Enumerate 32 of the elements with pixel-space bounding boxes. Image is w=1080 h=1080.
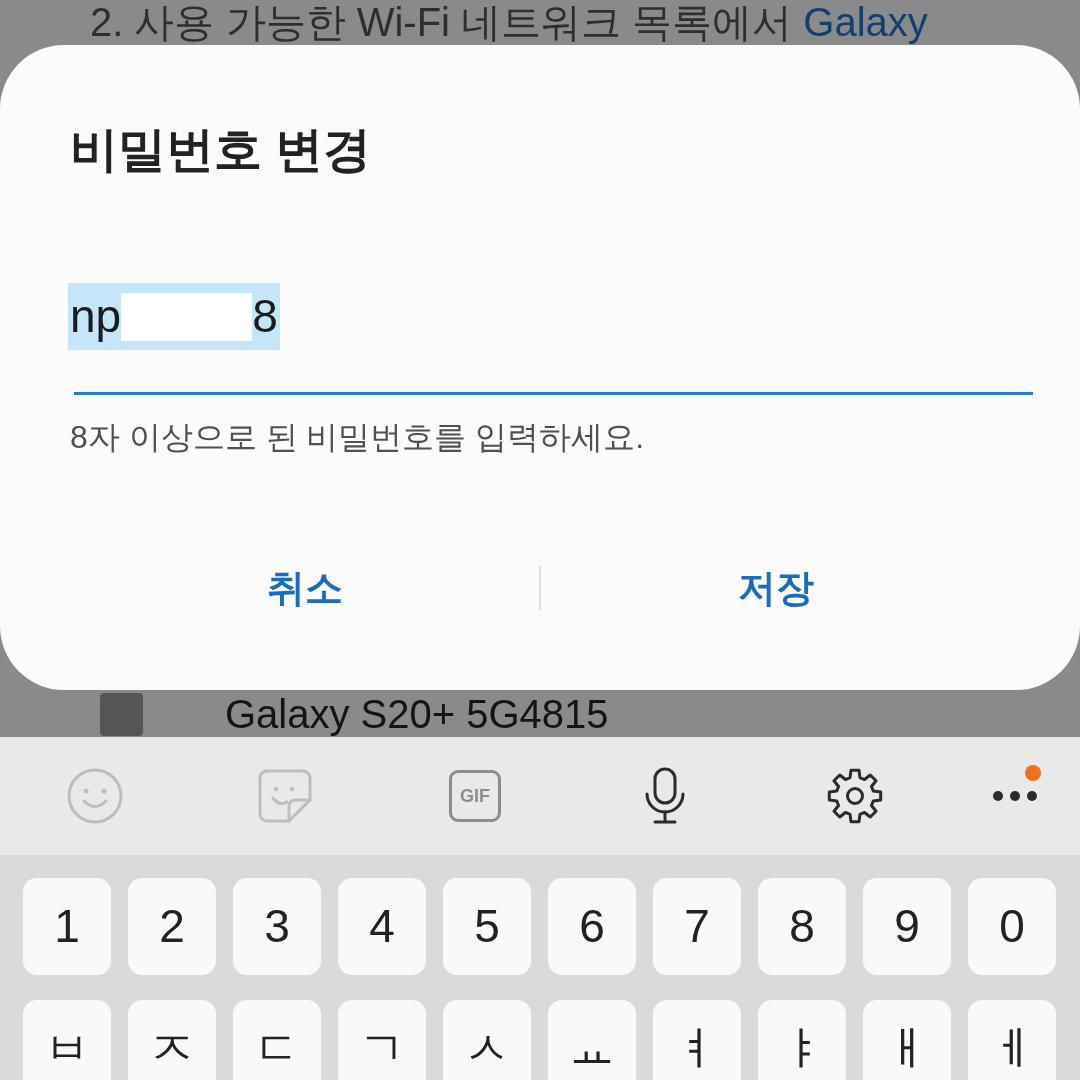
settings-icon[interactable] <box>826 767 884 825</box>
instruction-text: 2. 사용 가능한 Wi-Fi 네트워크 목록에서 Galaxy <box>90 0 928 44</box>
key[interactable]: ㅈ <box>128 1000 216 1080</box>
key[interactable]: 3 <box>233 878 321 975</box>
key[interactable]: ㄱ <box>338 1000 426 1080</box>
network-name: Galaxy S20+ 5G4815 <box>225 692 609 736</box>
microphone-icon[interactable] <box>643 767 687 825</box>
dialog-title: 비밀번호 변경 <box>70 122 373 178</box>
key[interactable]: ㅐ <box>863 1000 951 1080</box>
key[interactable]: 9 <box>863 878 951 975</box>
selected-password-text: np 8 <box>68 283 280 350</box>
password-field[interactable]: np 8 <box>74 283 1033 395</box>
key[interactable]: 1 <box>23 878 111 975</box>
square-icon <box>100 692 143 736</box>
cancel-button[interactable]: 취소 <box>70 543 539 633</box>
key[interactable]: 5 <box>443 878 531 975</box>
key[interactable]: 4 <box>338 878 426 975</box>
save-button[interactable]: 저장 <box>541 543 1010 633</box>
key[interactable]: 2 <box>128 878 216 975</box>
key[interactable]: 0 <box>968 878 1056 975</box>
key[interactable]: ㅑ <box>758 1000 846 1080</box>
key[interactable]: 8 <box>758 878 846 975</box>
key[interactable]: 7 <box>653 878 741 975</box>
key[interactable]: ㅅ <box>443 1000 531 1080</box>
hint-text: 8자 이상으로 된 비밀번호를 입력하세요. <box>70 418 646 457</box>
key[interactable]: ㅔ <box>968 1000 1056 1080</box>
key[interactable]: ㅛ <box>548 1000 636 1080</box>
more-icon[interactable] <box>992 790 1038 802</box>
key[interactable]: ㅂ <box>23 1000 111 1080</box>
key[interactable]: ㅕ <box>653 1000 741 1080</box>
key[interactable]: ㄷ <box>233 1000 321 1080</box>
key[interactable]: 6 <box>548 878 636 975</box>
